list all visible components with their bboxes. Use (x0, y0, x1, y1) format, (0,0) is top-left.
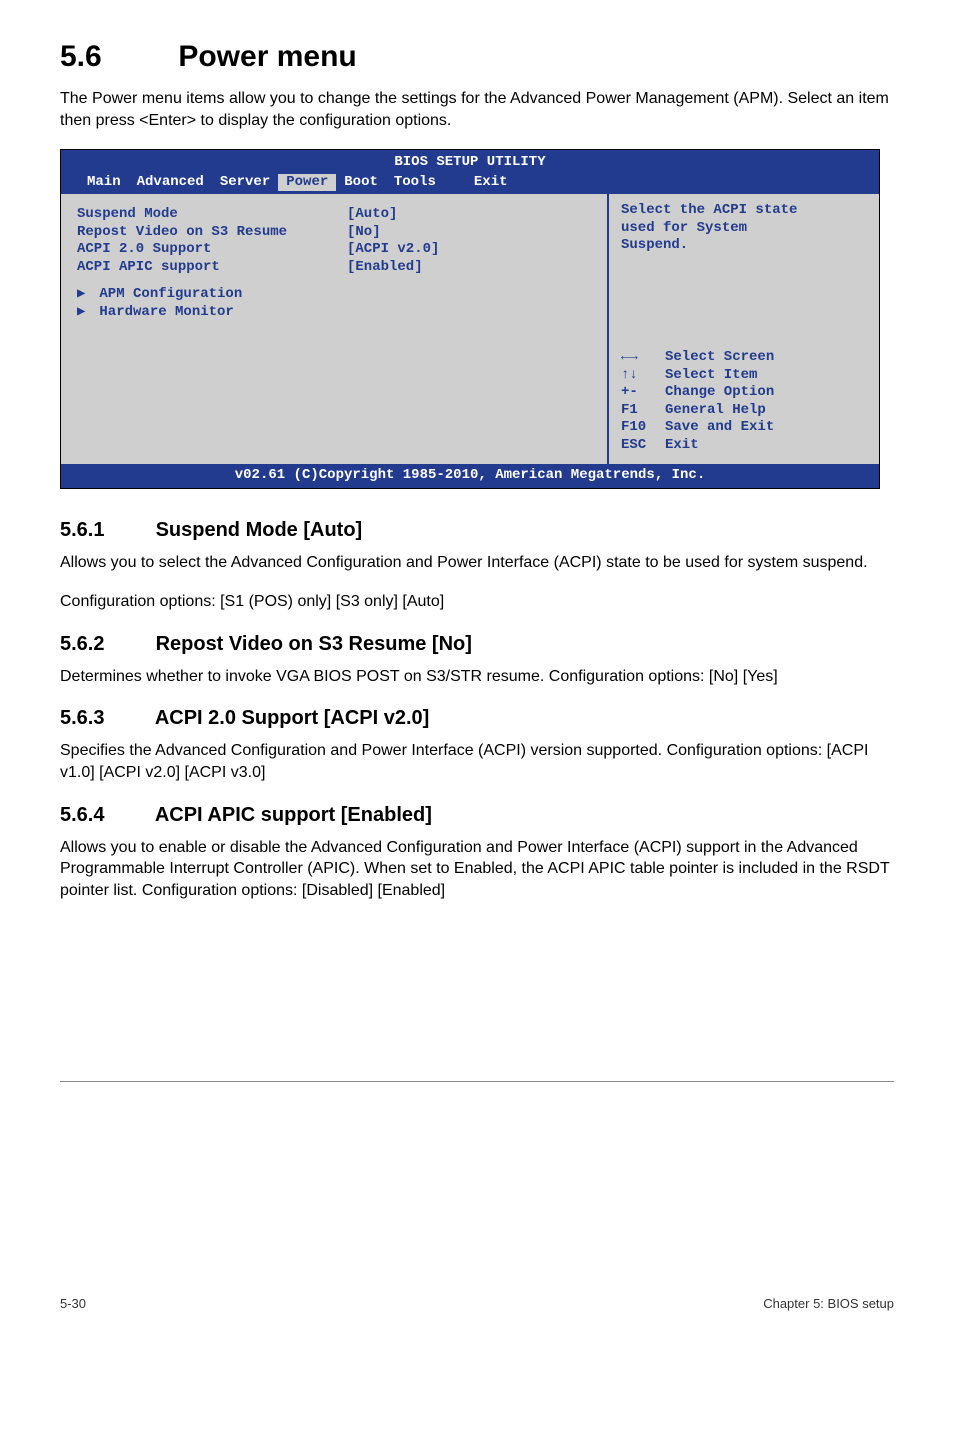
section-paragraph: Determines whether to invoke VGA BIOS PO… (60, 666, 894, 688)
key-row: ↑↓Select Item (621, 367, 869, 385)
setting-row[interactable]: ACPI 2.0 Support [ACPI v2.0] (77, 241, 595, 259)
tab-boot[interactable]: Boot (336, 174, 386, 192)
bios-tabs: Main Advanced Server Power Boot Tools Ex… (61, 172, 879, 195)
key-desc: Exit (665, 437, 699, 455)
key: ESC (621, 437, 665, 455)
key-desc: General Help (665, 402, 766, 420)
key: ←→ (621, 349, 665, 367)
bios-body: Suspend Mode [Auto] Repost Video on S3 R… (61, 194, 879, 464)
setting-label: Suspend Mode (77, 206, 347, 224)
section-heading: 5.6.1 Suspend Mode [Auto] (60, 519, 894, 542)
section-number: 5.6.2 (60, 633, 150, 656)
triangle-icon: ▶ (77, 304, 91, 322)
section-title: Suspend Mode [Auto] (156, 519, 363, 541)
key-row: F1General Help (621, 402, 869, 420)
key-desc: Save and Exit (665, 419, 774, 437)
setting-label: ACPI 2.0 Support (77, 241, 347, 259)
tab-server[interactable]: Server (212, 174, 278, 192)
help-line: Suspend. (621, 237, 869, 255)
section-paragraph: Allows you to enable or disable the Adva… (60, 837, 894, 902)
section-heading: 5.6.4 ACPI APIC support [Enabled] (60, 804, 894, 827)
bios-footer: v02.61 (C)Copyright 1985-2010, American … (61, 464, 879, 488)
section-title: ACPI 2.0 Support [ACPI v2.0] (155, 707, 430, 729)
chapter-number: 5.6 (60, 40, 170, 74)
submenu-row[interactable]: ▶ Hardware Monitor (77, 304, 595, 322)
footer-chapter: Chapter 5: BIOS setup (763, 1296, 894, 1311)
section-title: ACPI APIC support [Enabled] (155, 804, 432, 826)
bios-header: BIOS SETUP UTILITY Main Advanced Server … (61, 150, 879, 194)
submenu-label: APM Configuration (99, 286, 242, 302)
bios-help-panel: Select the ACPI state used for System Su… (609, 194, 879, 464)
submenu-row[interactable]: ▶ APM Configuration (77, 286, 595, 304)
key: F1 (621, 402, 665, 420)
key: ↑↓ (621, 367, 665, 385)
footer-rule (60, 1081, 894, 1082)
key-desc: Select Item (665, 367, 757, 385)
setting-value: [Auto] (347, 206, 397, 224)
section-number: 5.6.1 (60, 519, 150, 542)
key-row: ←→Select Screen (621, 349, 869, 367)
bios-settings-panel: Suspend Mode [Auto] Repost Video on S3 R… (61, 194, 609, 464)
setting-label: ACPI APIC support (77, 259, 347, 277)
section-title: Repost Video on S3 Resume [No] (156, 633, 472, 655)
setting-value: [ACPI v2.0] (347, 241, 439, 259)
help-line: Select the ACPI state (621, 202, 869, 220)
bios-screenshot: BIOS SETUP UTILITY Main Advanced Server … (60, 149, 880, 489)
triangle-icon: ▶ (77, 286, 91, 304)
section-heading: 5.6.3 ACPI 2.0 Support [ACPI v2.0] (60, 707, 894, 730)
intro-paragraph: The Power menu items allow you to change… (60, 88, 894, 131)
tab-advanced[interactable]: Advanced (129, 174, 212, 192)
page-number: 5-30 (60, 1296, 86, 1311)
key-legend: ←→Select Screen ↑↓Select Item +-Change O… (621, 349, 869, 454)
setting-value: [Enabled] (347, 259, 423, 277)
setting-label: Repost Video on S3 Resume (77, 224, 347, 242)
tab-power[interactable]: Power (278, 174, 336, 192)
section-number: 5.6.4 (60, 804, 150, 827)
section-heading: 5.6.2 Repost Video on S3 Resume [No] (60, 633, 894, 656)
submenu-label: Hardware Monitor (99, 304, 233, 320)
setting-value: [No] (347, 224, 381, 242)
chapter-name: Power menu (178, 40, 356, 73)
section-paragraph: Specifies the Advanced Configuration and… (60, 740, 894, 783)
section-paragraph: Configuration options: [S1 (POS) only] [… (60, 591, 894, 613)
key: +- (621, 384, 665, 402)
help-line: used for System (621, 220, 869, 238)
key-row: F10Save and Exit (621, 419, 869, 437)
section-paragraph: Allows you to select the Advanced Config… (60, 552, 894, 574)
key: F10 (621, 419, 665, 437)
key-row: +-Change Option (621, 384, 869, 402)
page-footer: 5-30 Chapter 5: BIOS setup (60, 1282, 894, 1311)
help-text: Select the ACPI state used for System Su… (621, 202, 869, 255)
bios-title: BIOS SETUP UTILITY (61, 154, 879, 172)
key-row: ESCExit (621, 437, 869, 455)
setting-row[interactable]: ACPI APIC support [Enabled] (77, 259, 595, 277)
key-desc: Change Option (665, 384, 774, 402)
chapter-title: 5.6 Power menu (60, 40, 894, 74)
section-number: 5.6.3 (60, 707, 150, 730)
spacer (77, 276, 595, 286)
tab-tools[interactable]: Tools (386, 174, 444, 192)
key-desc: Select Screen (665, 349, 774, 367)
tab-exit[interactable]: Exit (466, 174, 516, 192)
setting-row[interactable]: Repost Video on S3 Resume [No] (77, 224, 595, 242)
tab-main[interactable]: Main (79, 174, 129, 192)
setting-row[interactable]: Suspend Mode [Auto] (77, 206, 595, 224)
